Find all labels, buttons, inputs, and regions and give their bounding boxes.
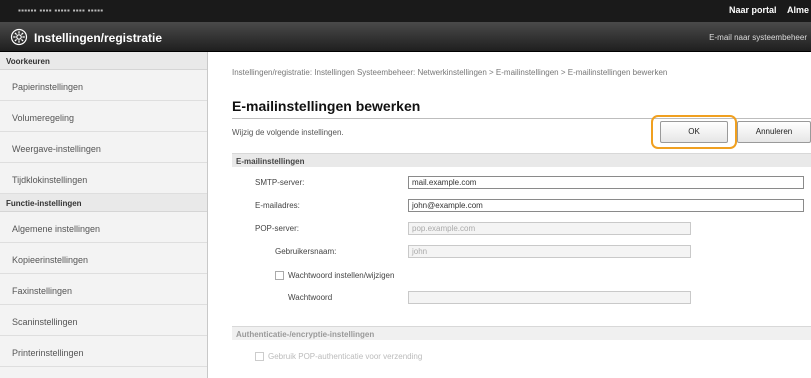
sidebar-item-fax[interactable]: Faxinstellingen bbox=[0, 274, 207, 305]
username-label: Gebruikersnaam: bbox=[275, 247, 337, 256]
general-link[interactable]: Alme bbox=[787, 5, 809, 15]
sidebar-item-timer[interactable]: Tijdklokinstellingen bbox=[0, 163, 207, 194]
email-address-input[interactable]: john@example.com bbox=[408, 199, 804, 212]
sidebar-header-preferences: Voorkeuren bbox=[0, 52, 207, 70]
top-links: Naar portal Alme bbox=[721, 5, 809, 15]
settings-gear-icon bbox=[10, 28, 28, 46]
main-content: Instellingen/registratie: Instellingen S… bbox=[208, 52, 811, 378]
set-password-checkbox[interactable] bbox=[275, 271, 284, 280]
breadcrumb: Instellingen/registratie: Instellingen S… bbox=[232, 68, 668, 77]
sidebar-item-copy[interactable]: Kopieerinstellingen bbox=[0, 243, 207, 274]
title-bar: Instellingen/registratie E-mail naar sys… bbox=[0, 22, 811, 52]
pop-auth-checkbox[interactable] bbox=[255, 352, 264, 361]
page-subtitle: Wijzig de volgende instellingen. bbox=[232, 128, 344, 137]
mail-admin-link[interactable]: E-mail naar systeembeheer bbox=[709, 33, 807, 42]
smtp-server-input[interactable]: mail.example.com bbox=[408, 176, 804, 189]
pop-auth-label: Gebruik POP-authenticatie voor verzendin… bbox=[268, 352, 423, 361]
sidebar-item-scan[interactable]: Scaninstellingen bbox=[0, 305, 207, 336]
app-title: Instellingen/registratie bbox=[34, 31, 163, 45]
pop-label: POP-server: bbox=[255, 224, 300, 233]
password-label: Wachtwoord bbox=[288, 293, 333, 302]
pop-server-input[interactable]: pop.example.com bbox=[408, 222, 691, 235]
sidebar-item-volume[interactable]: Volumeregeling bbox=[0, 101, 207, 132]
portal-link[interactable]: Naar portal bbox=[729, 5, 777, 15]
smtp-label: SMTP-server: bbox=[255, 178, 305, 187]
section-email-settings: E-mailinstellingen bbox=[232, 153, 811, 167]
sidebar-header-functions: Functie-instellingen bbox=[0, 194, 207, 212]
top-bar: ▪▪▪▪▪▪ ▪▪▪▪ ▪▪▪▪▪ ▪▪▪▪ ▪▪▪▪▪ Naar portal… bbox=[0, 0, 811, 22]
cancel-button[interactable]: Annuleren bbox=[737, 121, 811, 143]
set-password-label: Wachtwoord instellen/wijzigen bbox=[288, 271, 395, 280]
username-input[interactable]: john bbox=[408, 245, 691, 258]
sidebar-item-printer[interactable]: Printerinstellingen bbox=[0, 336, 207, 367]
sidebar-item-paper[interactable]: Papierinstellingen bbox=[0, 70, 207, 101]
password-input[interactable] bbox=[408, 291, 691, 304]
device-name: ▪▪▪▪▪▪ ▪▪▪▪ ▪▪▪▪▪ ▪▪▪▪ ▪▪▪▪▪ bbox=[18, 6, 104, 15]
section-auth-encryption: Authenticatie-/encryptie-instellingen bbox=[232, 326, 811, 340]
sidebar: Voorkeuren Papierinstellingen Volumerege… bbox=[0, 52, 208, 378]
email-label: E-mailadres: bbox=[255, 201, 300, 210]
sidebar-item-general[interactable]: Algemene instellingen bbox=[0, 212, 207, 243]
ok-button[interactable]: OK bbox=[660, 121, 728, 143]
page-title: E-mailinstellingen bewerken bbox=[232, 98, 421, 114]
sidebar-item-display[interactable]: Weergave-instellingen bbox=[0, 132, 207, 163]
